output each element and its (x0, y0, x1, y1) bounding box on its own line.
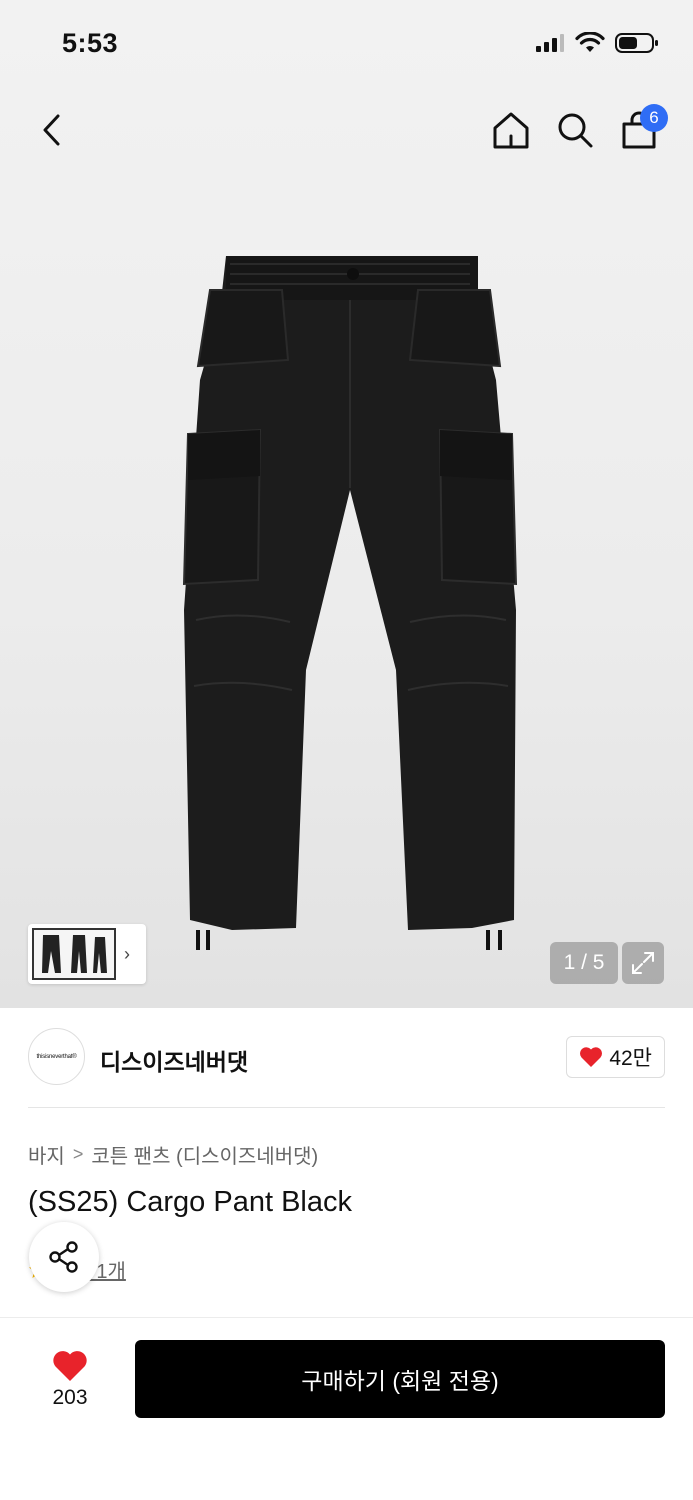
buy-button[interactable]: 구매하기 (회원 전용) (135, 1340, 665, 1418)
breadcrumb-level1[interactable]: 바지 (28, 1140, 65, 1169)
thumbnail-strip[interactable]: › (28, 924, 146, 984)
brand-name[interactable]: 디스이즈네버댓 (100, 1043, 248, 1077)
brand-like-count: 42만 (609, 1047, 652, 1070)
share-icon (49, 1241, 78, 1273)
heart-icon (53, 1351, 87, 1381)
divider (28, 1107, 665, 1108)
breadcrumb-level2[interactable]: 코튼 팬츠 (디스이즈네버댓) (91, 1140, 318, 1169)
home-button[interactable] (486, 100, 536, 160)
expand-button[interactable] (622, 942, 664, 984)
back-button[interactable] (26, 100, 76, 160)
product-image (182, 256, 518, 950)
status-bar: 5:53 (0, 0, 693, 88)
brand-row[interactable]: thisisneverthat® 디스이즈네버댓 42만 (28, 1028, 665, 1088)
bottom-bar-divider (0, 1317, 693, 1318)
share-button[interactable] (29, 1222, 99, 1292)
brand-logo[interactable]: thisisneverthat® (28, 1028, 85, 1085)
breadcrumb: 바지 > 코튼 팬츠 (디스이즈네버댓) (28, 1140, 318, 1169)
product-title: (SS25) Cargo Pant Black (28, 1186, 352, 1218)
chevron-right-icon: › (124, 943, 130, 964)
status-time: 5:53 (62, 28, 119, 58)
signal-icon (536, 34, 564, 52)
cart-count-badge: 6 (640, 104, 668, 132)
battery-icon (615, 33, 658, 53)
image-page-counter: 1 / 5 (550, 942, 618, 984)
status-icons (535, 32, 659, 54)
chevron-left-icon (43, 114, 60, 146)
brand-like-button[interactable]: 42만 (566, 1036, 665, 1078)
top-nav: 6 (0, 100, 693, 160)
thumbnail-image[interactable] (32, 928, 116, 980)
brand-logo-text: thisisneverthat® (36, 1053, 77, 1060)
home-icon (493, 112, 529, 149)
wishlist-button[interactable]: 203 (30, 1342, 110, 1418)
wishlist-count: 203 (52, 1386, 88, 1409)
wifi-icon (575, 32, 605, 52)
expand-icon (632, 952, 654, 974)
cart-button[interactable]: 6 (614, 100, 668, 160)
search-icon (558, 113, 593, 148)
chevron-right-icon: > (72, 1144, 84, 1164)
thumbnail-pants (42, 935, 107, 973)
heart-icon (580, 1047, 603, 1067)
search-button[interactable] (550, 100, 600, 160)
